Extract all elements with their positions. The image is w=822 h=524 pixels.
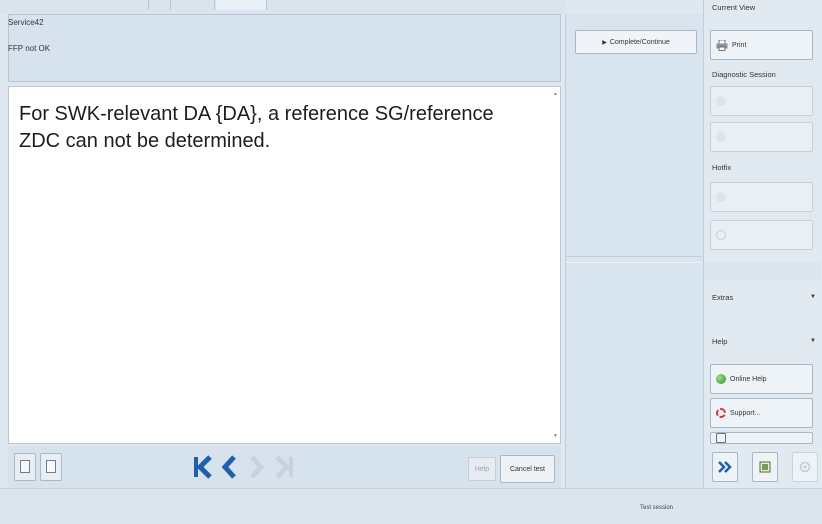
tab-placeholder[interactable] <box>150 0 171 10</box>
help-dropdown[interactable]: Help ▼ <box>704 326 821 356</box>
forward-button[interactable] <box>712 452 738 482</box>
dock-icon <box>759 461 771 473</box>
divider <box>566 256 702 257</box>
tab-placeholder[interactable] <box>120 0 149 10</box>
hotfix-label: Hotfix <box>712 163 732 172</box>
dock-button[interactable] <box>752 452 778 482</box>
divider <box>704 262 821 280</box>
cancel-test-button[interactable]: Cancel test <box>500 455 555 483</box>
first-page-icon[interactable] <box>191 452 213 482</box>
tab-placeholder[interactable] <box>172 0 215 10</box>
bottom-toolbar: Help Cancel test <box>8 446 561 488</box>
hotfix-icon <box>716 230 726 240</box>
document-button[interactable] <box>14 453 36 481</box>
status-bar <box>0 488 822 524</box>
help-section-label: Help <box>712 336 728 346</box>
action-column <box>565 14 703 488</box>
session-button-1[interactable] <box>710 86 813 116</box>
previous-icon[interactable] <box>218 452 240 482</box>
test-session-status: Test session <box>640 505 674 511</box>
service-title: Service42 <box>8 18 44 27</box>
print-button[interactable]: Print <box>710 30 813 60</box>
settings-button[interactable] <box>792 452 818 482</box>
online-help-button[interactable]: Online Help <box>710 364 813 394</box>
service-status: FFP not OK <box>8 44 51 53</box>
complete-continue-button[interactable]: ▶ Complete/Continue <box>575 30 697 54</box>
printer-icon <box>716 39 728 51</box>
support-label: Support... <box>730 409 761 417</box>
service-header <box>8 14 561 82</box>
top-tab-strip <box>0 0 565 14</box>
session-icon <box>716 132 726 142</box>
support-button[interactable]: Support... <box>710 398 813 428</box>
double-chevron-right-icon <box>718 461 732 473</box>
dropdown-arrow-icon: ▼ <box>810 294 816 300</box>
session-button-2[interactable] <box>710 122 813 152</box>
document-list-button[interactable] <box>40 453 62 481</box>
last-page-icon[interactable] <box>274 452 296 482</box>
help-button[interactable]: Help <box>468 457 496 481</box>
print-label: Print <box>732 41 747 49</box>
next-icon[interactable] <box>246 452 268 482</box>
complete-continue-label: Complete/Continue <box>609 38 670 46</box>
scroll-down-arrow[interactable]: ▼ <box>553 433 558 439</box>
document-list-icon <box>46 460 56 473</box>
session-icon <box>716 96 726 106</box>
play-icon: ▶ <box>602 39 607 46</box>
gear-icon <box>799 461 811 473</box>
message-text: For SWK-relevant DA {DA}, a reference SG… <box>19 103 494 152</box>
globe-icon <box>716 374 726 384</box>
online-help-label: Online Help <box>730 375 767 383</box>
extras-dropdown[interactable]: Extras ▼ <box>704 282 821 312</box>
more-help-button[interactable] <box>710 432 813 444</box>
hotfix-icon <box>716 192 726 202</box>
tab-active[interactable] <box>216 0 267 10</box>
extras-label: Extras <box>712 292 734 302</box>
divider <box>566 262 702 263</box>
diagnostic-session-label: Diagnostic Session <box>712 70 776 79</box>
message-pane: For SWK-relevant DA {DA}, a reference SG… <box>8 86 561 444</box>
document-icon <box>716 433 726 443</box>
hotfix-button-1[interactable] <box>710 182 813 212</box>
hotfix-button-2[interactable] <box>710 220 813 250</box>
document-icon <box>20 460 30 473</box>
scroll-up-arrow[interactable]: ▲ <box>553 91 558 97</box>
current-view-label: Current View <box>712 3 756 12</box>
dropdown-arrow-icon: ▼ <box>810 338 816 344</box>
support-icon <box>716 408 726 418</box>
